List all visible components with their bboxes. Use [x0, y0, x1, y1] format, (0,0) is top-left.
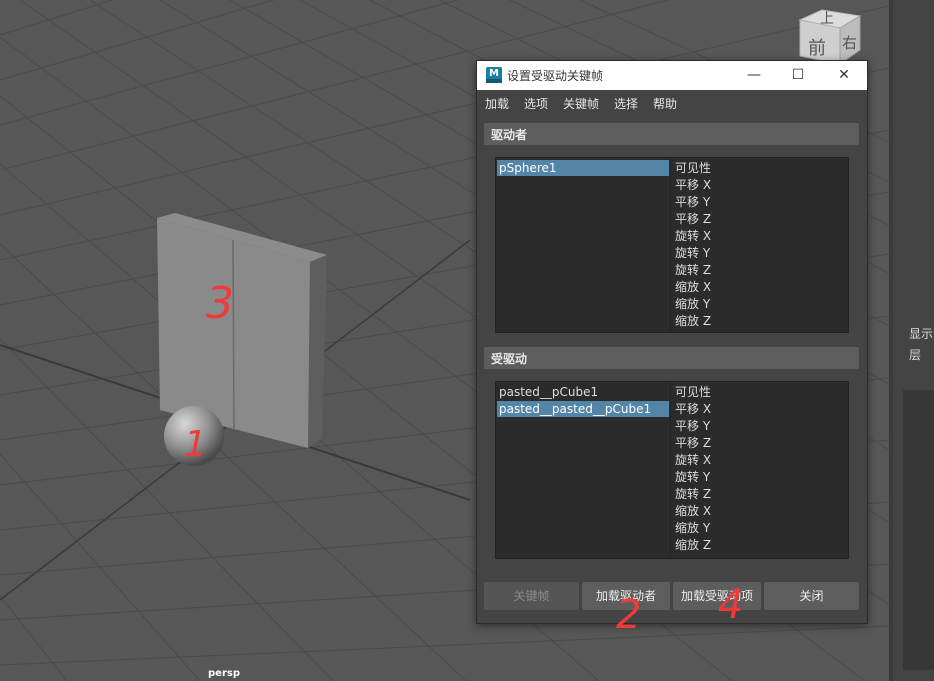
- key-button[interactable]: 关键帧: [484, 582, 579, 610]
- annotation-4: 4: [718, 582, 744, 628]
- maya-icon: M: [486, 67, 502, 83]
- close-button[interactable]: 关闭: [764, 582, 859, 610]
- driven-section-header[interactable]: 受驱动: [484, 347, 859, 369]
- list-item[interactable]: 缩放 Y: [675, 520, 710, 536]
- list-item[interactable]: 平移 X: [675, 177, 711, 193]
- list-item[interactable]: 可见性: [675, 384, 711, 400]
- minimize-button[interactable]: —: [731, 61, 777, 90]
- layer-tab[interactable]: 层: [909, 346, 921, 363]
- driven-object-list[interactable]: pasted__pCube1 pasted__pasted__pCube1: [495, 381, 671, 559]
- viewcube-front-label: 前: [808, 38, 826, 59]
- menu-options[interactable]: 选项: [524, 95, 548, 112]
- list-item[interactable]: 缩放 Z: [675, 537, 711, 553]
- list-item[interactable]: 平移 Y: [675, 418, 710, 434]
- menu-keyframe[interactable]: 关键帧: [563, 95, 599, 112]
- layer-list-area[interactable]: [903, 390, 934, 670]
- menu-select[interactable]: 选择: [614, 95, 638, 112]
- menu-bar: 加载 选项 关键帧 选择 帮助: [477, 90, 867, 114]
- list-item[interactable]: 旋转 X: [675, 228, 711, 244]
- driver-header-label: 驱动者: [491, 128, 528, 142]
- driver-object-list[interactable]: pSphere1: [495, 157, 671, 333]
- list-item[interactable]: 缩放 Y: [675, 296, 710, 312]
- load-driven-button[interactable]: 加载受驱动项: [673, 582, 761, 610]
- list-item[interactable]: 平移 Z: [675, 211, 711, 227]
- camera-label: persp: [208, 668, 240, 679]
- list-item[interactable]: 旋转 Z: [675, 262, 711, 278]
- menu-load[interactable]: 加载: [485, 95, 509, 112]
- dialog-titlebar[interactable]: M 设置受驱动关键帧 — ☐ ✕: [477, 61, 867, 90]
- list-item[interactable]: pasted__pCube1: [497, 384, 669, 400]
- annotation-1: 1: [184, 424, 207, 465]
- list-item[interactable]: pasted__pasted__pCube1: [497, 401, 669, 417]
- driven-header-label: 受驱动: [491, 352, 528, 366]
- viewcube-top-label: 上: [820, 11, 834, 27]
- list-item[interactable]: 平移 Z: [675, 435, 711, 451]
- list-item[interactable]: 旋转 X: [675, 452, 711, 468]
- list-item[interactable]: 平移 Y: [675, 194, 710, 210]
- dialog-title: 设置受驱动关键帧: [507, 69, 604, 83]
- list-item[interactable]: 缩放 X: [675, 279, 711, 295]
- list-item[interactable]: 平移 X: [675, 401, 711, 417]
- list-item[interactable]: pSphere1: [497, 160, 669, 176]
- annotation-2: 2: [616, 592, 642, 638]
- list-item[interactable]: 旋转 Z: [675, 486, 711, 502]
- driver-attribute-list[interactable]: 可见性 平移 X 平移 Y 平移 Z 旋转 X 旋转 Y 旋转 Z 缩放 X 缩…: [670, 157, 849, 333]
- set-driven-key-dialog: M 设置受驱动关键帧 — ☐ ✕ 加载 选项 关键帧 选择 帮助 驱动者 pSp…: [476, 60, 868, 624]
- list-item[interactable]: 缩放 Z: [675, 313, 711, 329]
- list-item[interactable]: 可见性: [675, 160, 711, 176]
- list-item[interactable]: 旋转 Y: [675, 469, 710, 485]
- list-item[interactable]: 缩放 X: [675, 503, 711, 519]
- maximize-button[interactable]: ☐: [775, 61, 821, 90]
- driver-section-header[interactable]: 驱动者: [484, 123, 859, 145]
- viewcube[interactable]: 上 前 右: [796, 6, 862, 65]
- display-tab[interactable]: 显示: [909, 325, 933, 342]
- driven-attribute-list[interactable]: 可见性 平移 X 平移 Y 平移 Z 旋转 X 旋转 Y 旋转 Z 缩放 X 缩…: [670, 381, 849, 559]
- menu-help[interactable]: 帮助: [653, 95, 677, 112]
- annotation-3: 3: [206, 278, 234, 329]
- list-item[interactable]: 旋转 Y: [675, 245, 710, 261]
- viewcube-right-label: 右: [842, 34, 858, 52]
- close-window-button[interactable]: ✕: [821, 61, 867, 90]
